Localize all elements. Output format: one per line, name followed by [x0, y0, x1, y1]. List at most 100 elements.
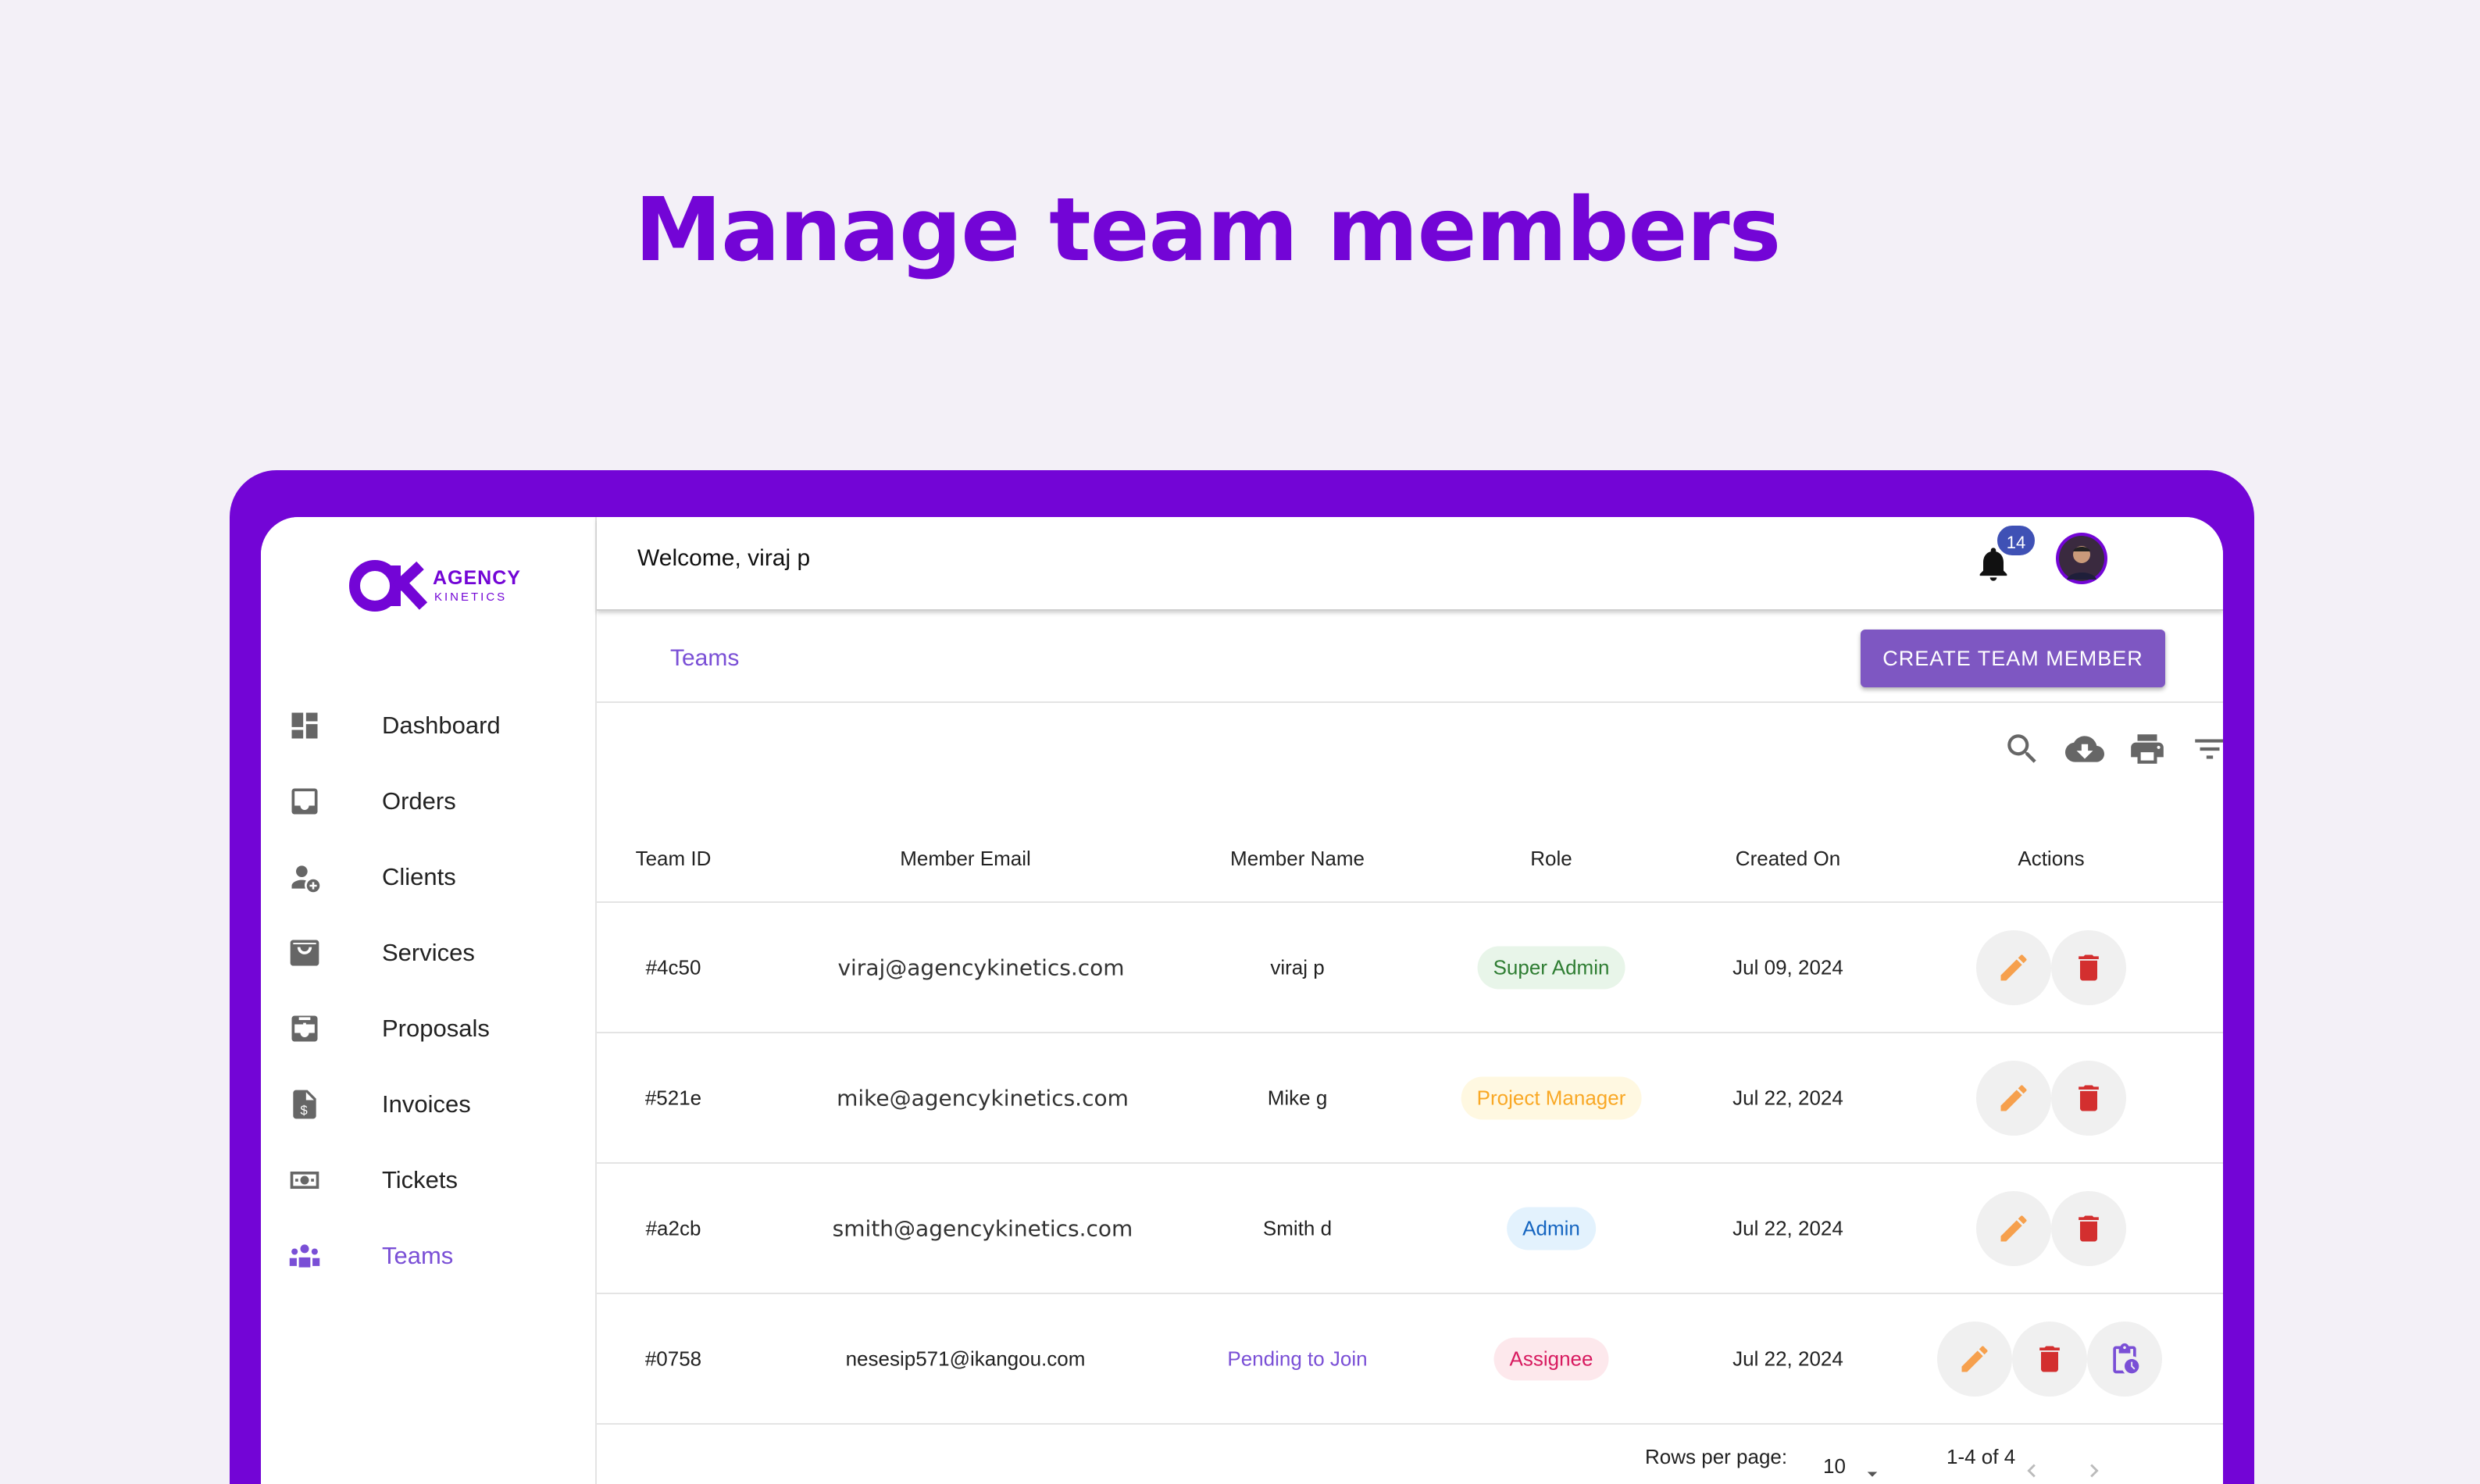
trash-icon — [2079, 1085, 2099, 1111]
team-id-cell: #521e — [644, 1086, 702, 1109]
create-team-member-button[interactable]: CREATE TEAM MEMBER — [1861, 630, 2165, 687]
invoice-dollar-icon: $ — [293, 1090, 316, 1119]
column-header-created-on[interactable]: Created On — [1736, 847, 1840, 871]
sidebar-item-label: Invoices — [382, 1090, 471, 1118]
sidebar-item-label: Orders — [382, 787, 456, 815]
brand-name-line1: AGENCY — [433, 567, 521, 589]
filter-list-icon[interactable] — [2190, 730, 2223, 769]
team-id-cell: #0758 — [644, 1347, 702, 1370]
page-headline: Manage team members — [634, 180, 1782, 281]
search-icon[interactable] — [2003, 730, 2042, 769]
pagination-range: 1-4 of 4 — [1947, 1445, 2016, 1468]
role-chip: Assignee — [1493, 1337, 1609, 1380]
column-header-actions: Actions — [2018, 847, 2085, 870]
user-avatar-image — [2059, 536, 2104, 581]
clipboard-clock-icon — [2113, 1343, 2139, 1373]
page-subbar: Teams CREATE TEAM MEMBER — [597, 611, 2223, 703]
user-avatar[interactable] — [2056, 533, 2107, 584]
sidebar-nav: Dashboard Orders Clients Services Propos… — [261, 687, 595, 1293]
member-name-pending-cell: Pending to Join — [1227, 1347, 1368, 1370]
delete-button[interactable] — [2051, 1060, 2126, 1136]
logo-mark-icon — [349, 560, 428, 612]
team-id-cell: #4c50 — [645, 955, 701, 979]
sidebar-item-label: Dashboard — [382, 711, 501, 739]
sidebar-item-orders[interactable]: Orders — [261, 763, 595, 839]
sidebar-item-label: Teams — [382, 1241, 454, 1269]
edit-button[interactable] — [1976, 1060, 2051, 1136]
member-name-cell: Smith d — [1262, 1216, 1333, 1240]
table-pagination: Rows per page: 10 1-4 of 4 — [597, 1431, 2223, 1484]
delete-button[interactable] — [2051, 929, 2126, 1005]
rows-per-page-select[interactable]: 10 — [1823, 1454, 1846, 1479]
table-row: #a2cb smith@agencykinetics.com Smith d A… — [597, 1164, 2223, 1294]
edit-button[interactable] — [1976, 1190, 2051, 1266]
sidebar: AGENCY KINETICS Dashboard Orders Clients — [261, 517, 597, 1484]
sidebar-item-label: Clients — [382, 862, 456, 890]
previous-page-icon[interactable] — [2018, 1457, 2045, 1484]
sidebar-item-teams[interactable]: Teams — [261, 1218, 595, 1293]
sidebar-item-label: Proposals — [382, 1014, 490, 1042]
groups-icon — [289, 1244, 320, 1268]
pencil-icon — [2000, 1215, 2027, 1241]
delete-button[interactable] — [2012, 1321, 2087, 1397]
sidebar-item-label: Tickets — [382, 1165, 459, 1193]
move-to-inbox-icon — [291, 1015, 318, 1042]
edit-button[interactable] — [1937, 1321, 2012, 1397]
device-frame: AGENCY KINETICS Dashboard Orders Clients — [230, 470, 2254, 1484]
person-add-icon — [291, 865, 320, 893]
column-header-role[interactable]: Role — [1530, 847, 1572, 871]
next-page-icon[interactable] — [2081, 1457, 2107, 1484]
member-name-cell: Mike g — [1267, 1086, 1328, 1109]
shopping-bag-icon — [290, 940, 319, 966]
sidebar-item-proposals[interactable]: Proposals — [261, 990, 595, 1066]
pending-invite-button[interactable] — [2087, 1321, 2162, 1397]
member-name-cell: viraj p — [1270, 955, 1325, 979]
svg-text:$: $ — [301, 1104, 308, 1118]
pencil-icon — [2000, 1084, 2027, 1111]
created-on-cell: Jul 22, 2024 — [1732, 1216, 1843, 1240]
pencil-icon — [2000, 954, 2027, 980]
brand-name-line2: KINETICS — [434, 590, 508, 604]
cloud-download-icon[interactable] — [2065, 730, 2104, 769]
column-header-member-name[interactable]: Member Name — [1230, 847, 1365, 871]
print-icon[interactable] — [2128, 730, 2167, 769]
app-window: AGENCY KINETICS Dashboard Orders Clients — [261, 517, 2223, 1484]
table-row: #521e mike@agencykinetics.com Mike g Pro… — [597, 1033, 2223, 1164]
member-email-cell: smith@agencykinetics.com — [832, 1215, 1133, 1241]
table-row: #0758 nesesip571@ikangou.com Pending to … — [597, 1294, 2223, 1425]
trash-icon — [2039, 1346, 2060, 1372]
sidebar-item-clients[interactable]: Clients — [261, 839, 595, 915]
table-header: Team ID Member Email Member Name Role Cr… — [597, 806, 2223, 903]
caret-down-icon[interactable] — [1861, 1462, 1884, 1484]
brand-logo[interactable]: AGENCY KINETICS — [348, 555, 536, 617]
sidebar-item-invoices[interactable]: $ Invoices — [261, 1066, 595, 1142]
role-chip: Admin — [1507, 1207, 1596, 1250]
rows-per-page-label: Rows per page: — [1645, 1445, 1788, 1468]
edit-button[interactable] — [1976, 929, 2051, 1005]
column-header-team-id[interactable]: Team ID — [636, 847, 712, 871]
member-email-cell: nesesip571@ikangou.com — [845, 1347, 1086, 1370]
created-on-cell: Jul 22, 2024 — [1732, 1347, 1843, 1370]
column-header-member-email[interactable]: Member Email — [900, 847, 1031, 871]
trash-icon — [2079, 954, 2099, 980]
member-email-cell: viraj@agencykinetics.com — [837, 954, 1125, 980]
delete-button[interactable] — [2051, 1190, 2126, 1266]
sidebar-item-tickets[interactable]: Tickets — [261, 1142, 595, 1218]
team-id-cell: #a2cb — [645, 1216, 701, 1240]
welcome-text: Welcome, viraj p — [637, 545, 811, 571]
table-toolbar — [597, 730, 2223, 776]
role-chip: Super Admin — [1477, 946, 1625, 989]
tab-teams[interactable]: Teams — [670, 645, 739, 672]
money-ticket-icon — [290, 1172, 319, 1189]
sidebar-item-dashboard[interactable]: Dashboard — [261, 687, 595, 763]
inbox-icon — [291, 788, 318, 815]
dashboard-icon — [291, 712, 318, 739]
sidebar-item-services[interactable]: Services — [261, 915, 595, 990]
created-on-cell: Jul 09, 2024 — [1732, 955, 1843, 979]
trash-icon — [2079, 1215, 2099, 1241]
created-on-cell: Jul 22, 2024 — [1732, 1086, 1843, 1109]
member-email-cell: mike@agencykinetics.com — [837, 1085, 1129, 1111]
sidebar-item-label: Services — [382, 938, 475, 966]
notification-count-badge: 14 — [1995, 523, 2037, 558]
table-row: #4c50 viraj@agencykinetics.com viraj p S… — [597, 903, 2223, 1033]
